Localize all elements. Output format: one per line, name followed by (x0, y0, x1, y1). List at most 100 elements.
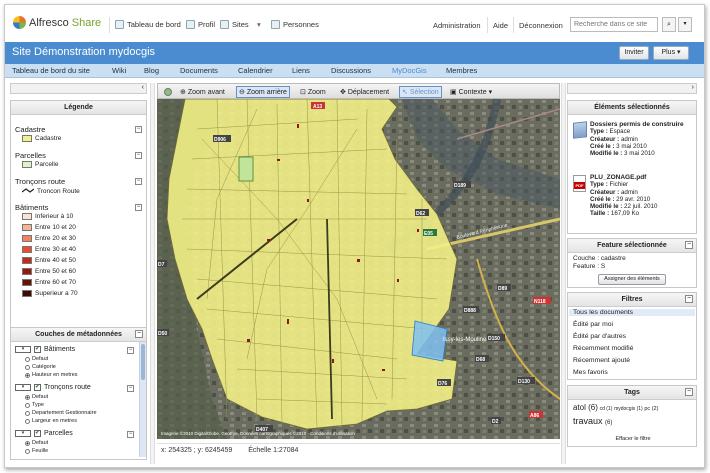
layer-option-radio[interactable]: Hauteur en metres (25, 372, 78, 378)
search-input[interactable] (570, 17, 658, 32)
tab-mydocgis[interactable]: MyDocGis (392, 66, 427, 75)
right-splitter[interactable] (561, 83, 566, 464)
collapse-icon[interactable]: − (135, 204, 142, 211)
tag-link[interactable]: cd (1) (600, 406, 613, 412)
filter-favorites[interactable]: Mes favoris (573, 369, 608, 376)
layer-option-radio[interactable]: Defaut (25, 356, 48, 362)
sites-dropdown[interactable]: ▾ (257, 20, 261, 29)
radio-button[interactable] (25, 440, 30, 446)
nav-help[interactable]: Aide (493, 21, 508, 30)
radio-button[interactable] (25, 372, 30, 378)
radio-button[interactable] (25, 356, 30, 362)
collapse-icon[interactable]: − (685, 295, 693, 303)
selected-elements-panel: Éléments sélectionnés Dossiers permis de… (567, 100, 697, 234)
nav-logout[interactable]: Déconnexion (519, 21, 563, 30)
modified-label: Modifié le : (590, 150, 623, 158)
map-canvas[interactable]: Issy-les-Moulineaux Boulevard Périphériq… (157, 99, 560, 439)
collapse-icon[interactable]: − (135, 178, 142, 185)
tab-members[interactable]: Membres (446, 66, 477, 75)
tab-documents[interactable]: Documents (180, 66, 218, 75)
left-splitter[interactable] (150, 83, 155, 464)
metadata-scrollbar[interactable] (139, 342, 146, 457)
nav-dashboard[interactable]: Tableau de bord (115, 20, 181, 29)
radio-button[interactable] (25, 448, 30, 454)
filter-edited-by-others[interactable]: Édité par d'autres (573, 333, 626, 340)
invite-button[interactable]: Inviter (619, 46, 649, 60)
document-item[interactable]: PDF PLU_ZONAGE.pdf Type : Fichier Créate… (573, 174, 657, 218)
tab-discussions[interactable]: Discussions (331, 66, 371, 75)
collapse-icon[interactable]: − (135, 330, 143, 338)
tab-links[interactable]: Liens (292, 66, 310, 75)
tag-link[interactable]: pc (2) (644, 406, 658, 412)
metadata-layer[interactable]: ▾ ✔ Bâtiments (15, 346, 75, 353)
nav-profile[interactable]: Profil (186, 20, 215, 29)
more-button[interactable]: Plus ▾ (653, 46, 689, 60)
select-label: Sélection (409, 88, 439, 96)
globe-icon (164, 88, 172, 96)
expand-toggle[interactable]: ▾ (15, 430, 31, 437)
metadata-layer[interactable]: ▾ ✔ Tronçons route (15, 384, 91, 391)
document-name[interactable]: PLU_ZONAGE.pdf (590, 174, 657, 181)
collapse-icon[interactable]: − (127, 347, 134, 354)
layer-checkbox[interactable]: ✔ (34, 430, 41, 437)
right-collapse-bar[interactable]: › (567, 83, 697, 94)
tag-link[interactable]: mydocgis (1) (614, 406, 643, 412)
expand-toggle[interactable]: ▾ (15, 346, 31, 353)
radio-button[interactable] (25, 394, 30, 400)
document-name[interactable]: Dossiers permis de construire (590, 121, 684, 128)
globe-button[interactable] (162, 86, 174, 98)
clear-filter-link[interactable]: Effacer le filtre (608, 435, 658, 445)
selected-elements-title: Éléments sélectionnés (594, 104, 670, 111)
tab-site-dashboard[interactable]: Tableau de bord du site (12, 66, 90, 75)
filter-all-documents[interactable]: Tous les documents (569, 309, 695, 316)
radio-button[interactable] (25, 418, 30, 424)
zoom-button[interactable]: ⊡ Zoom (298, 86, 328, 98)
assign-elements-button[interactable]: Assigner des éléments (598, 274, 666, 285)
metadata-layer[interactable]: ▾ ✔ Parcelles (15, 430, 73, 437)
radio-button[interactable] (25, 402, 30, 408)
expand-toggle[interactable]: ▾ (15, 384, 31, 391)
layer-option-radio[interactable]: Largeur en metres (25, 418, 77, 424)
collapse-icon[interactable]: − (685, 241, 693, 249)
document-item[interactable]: Dossiers permis de construire Type : Esp… (573, 121, 684, 157)
context-button[interactable]: ▣ Contexte ▾ (448, 86, 494, 98)
filter-recently-added[interactable]: Récemment ajouté (573, 357, 630, 364)
collapse-icon[interactable]: − (127, 385, 134, 392)
nav-people[interactable]: Personnes (271, 20, 319, 29)
alfresco-logo[interactable]: Alfresco Share (13, 16, 101, 29)
layer-option-radio[interactable]: Defaut (25, 394, 48, 400)
collapse-icon[interactable]: − (127, 431, 134, 438)
select-button[interactable]: ↖ Sélection (399, 86, 442, 98)
tab-wiki[interactable]: Wiki (112, 66, 126, 75)
layer-option-radio[interactable]: Departement Gestionnaire (25, 410, 97, 416)
layer-option-radio[interactable]: Catégorie (25, 364, 56, 370)
collapse-icon[interactable]: − (135, 126, 142, 133)
tag-link[interactable]: atol (6) (573, 403, 598, 412)
tab-calendar[interactable]: Calendrier (238, 66, 273, 75)
map-area: ⊕ Zoom avant ⊖ Zoom arrière ⊡ Zoom ✥ Déplace… (157, 83, 560, 465)
radio-button[interactable] (25, 410, 30, 416)
zoom-in-button[interactable]: ⊕ Zoom avant (178, 86, 227, 98)
layer-checkbox[interactable]: ✔ (34, 384, 41, 391)
layer-option-radio[interactable]: Defaut (25, 440, 48, 446)
collapse-icon[interactable]: − (685, 388, 693, 396)
layer-option-radio[interactable]: Feuille (25, 448, 48, 454)
pan-button[interactable]: ✥ Déplacement (338, 86, 391, 98)
layer-checkbox[interactable]: ✔ (34, 346, 41, 353)
nav-admin[interactable]: Administration (433, 21, 481, 30)
collapse-icon[interactable]: − (135, 152, 142, 159)
tag-link[interactable]: travaux (6) (573, 416, 612, 426)
left-collapse-bar[interactable]: ‹ (10, 83, 147, 94)
search-button[interactable]: ⌕ (662, 17, 676, 32)
radio-button[interactable] (25, 364, 30, 370)
search-options-button[interactable]: ▾ (678, 17, 692, 32)
nav-sites[interactable]: Sites (220, 20, 249, 29)
radio-label: Defaut (32, 356, 49, 362)
layer-option-radio[interactable]: Type (25, 402, 44, 408)
filter-edited-by-me[interactable]: Édité par moi (573, 321, 613, 328)
filter-recently-modified[interactable]: Récemment modifié (573, 345, 633, 352)
top-bar: Alfresco Share Tableau de bord Profil Sit… (5, 5, 704, 42)
tab-blog[interactable]: Blog (144, 66, 159, 75)
zoom-out-button[interactable]: ⊖ Zoom arrière (236, 86, 290, 98)
scrollbar-thumb[interactable] (141, 344, 145, 380)
